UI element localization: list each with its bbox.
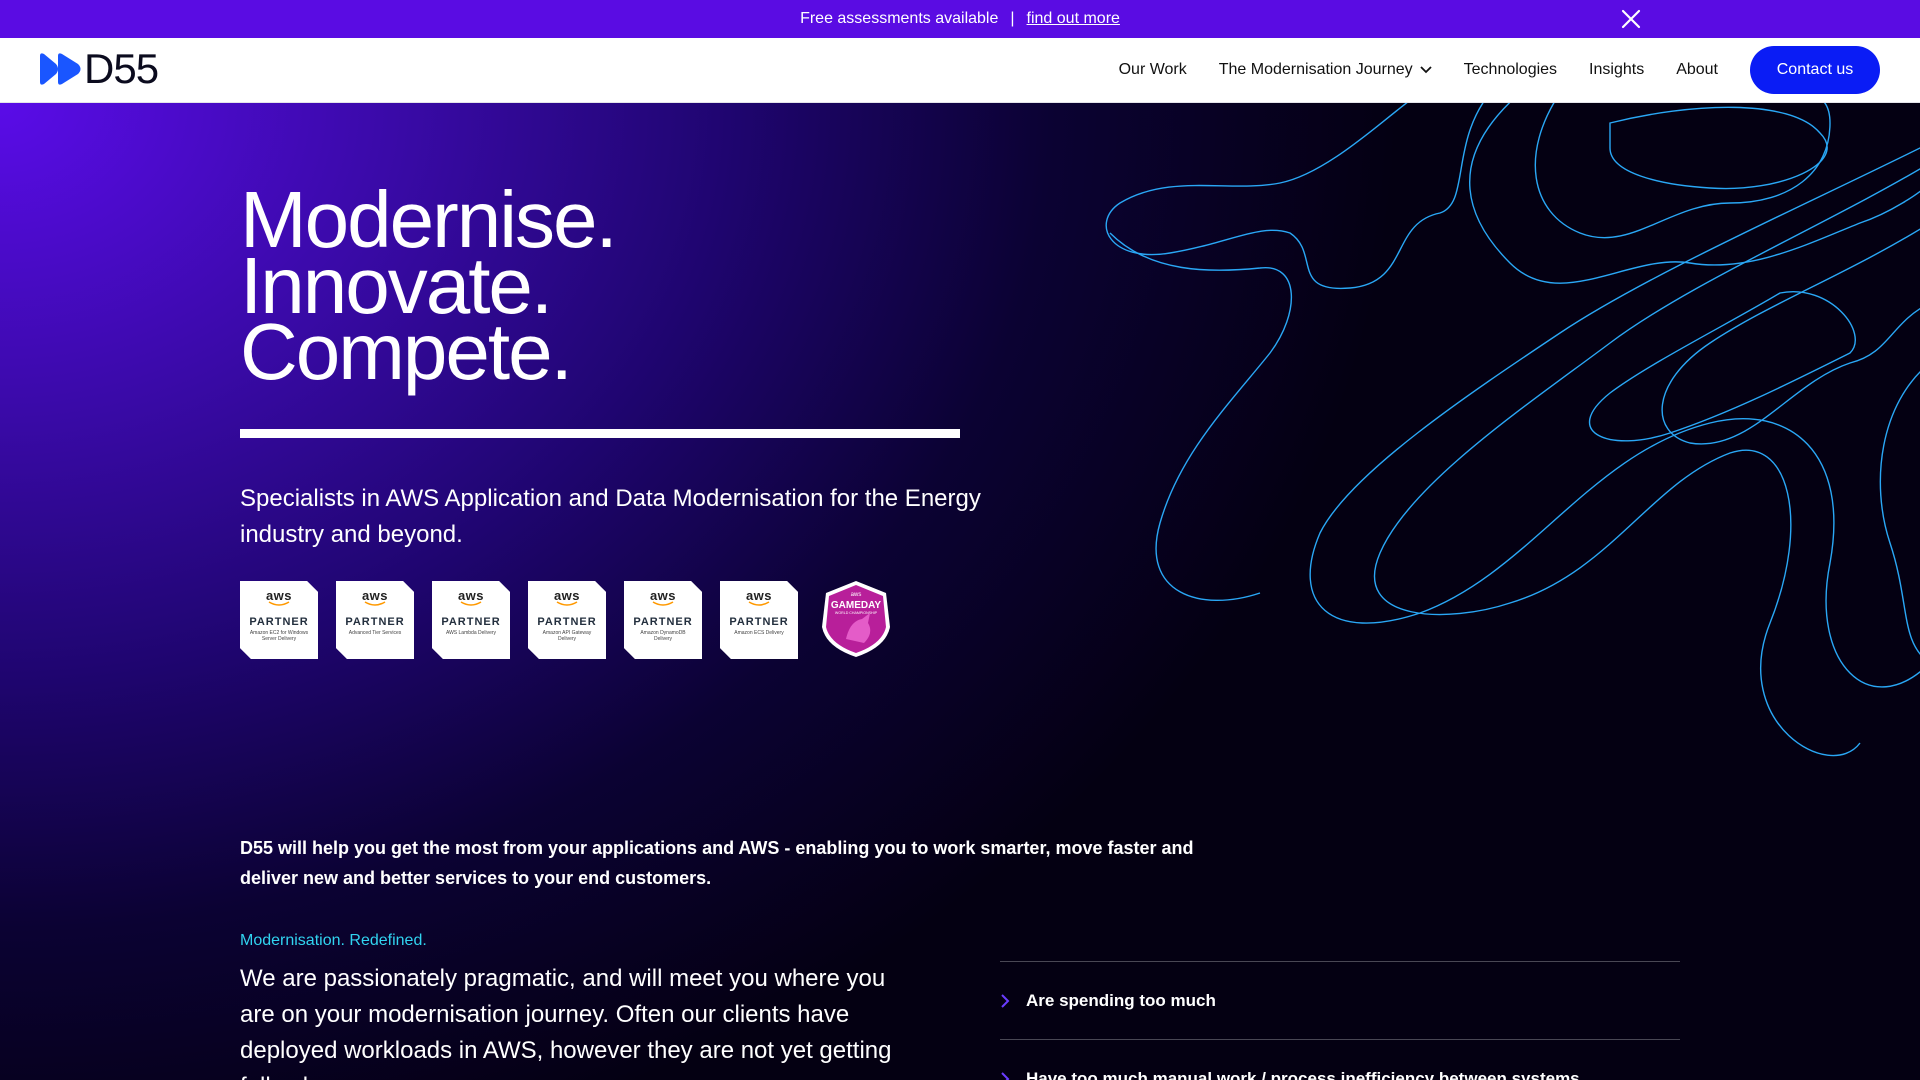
badge-title: PARTNER [249, 616, 309, 628]
nav-menu: Our Work The Modernisation Journey Techn… [1087, 38, 1920, 102]
aws-partner-badge: aws PARTNER Amazon API Gateway Delivery [528, 581, 606, 659]
d55-logo-icon [40, 53, 81, 85]
nav-item-label: The Modernisation Journey [1218, 61, 1413, 78]
accordion-item-label: Have too much manual work / process inef… [1026, 1068, 1580, 1080]
partner-badges: aws PARTNER Amazon EC2 for Windows Serve… [240, 581, 896, 659]
chevron-right-icon [1001, 993, 1010, 1008]
nav-item-modernisation-journey[interactable]: The Modernisation Journey [1219, 61, 1432, 79]
gameday-subtitle: WORLD CHAMPIONSHIP [835, 611, 878, 615]
aws-smile-icon [268, 601, 290, 606]
aws-smile-icon [652, 601, 674, 606]
aws-partner-badge: aws PARTNER Advanced Tier Services [336, 581, 414, 659]
announcement-separator: | [1010, 10, 1015, 27]
badge-subtitle: AWS Lambda Delivery [445, 630, 497, 636]
headline-line: Compete. [240, 307, 573, 396]
hero-headline: Modernise. Innovate. Compete. [240, 180, 618, 396]
aws-smile-icon [460, 601, 482, 606]
accordion-item[interactable]: Have too much manual work / process inef… [1000, 1039, 1680, 1080]
intro-body: We are passionately pragmatic, and will … [240, 965, 892, 1080]
badge-subtitle: Amazon ECS Delivery [734, 630, 784, 636]
close-icon[interactable] [1620, 8, 1642, 30]
nav-item-technologies[interactable]: Technologies [1464, 61, 1557, 79]
badge-title: PARTNER [633, 616, 693, 628]
hero-divider [240, 429, 960, 438]
announcement-text: Free assessments available [800, 10, 999, 27]
aws-partner-badge: aws PARTNER Amazon EC2 for Windows Serve… [240, 581, 318, 659]
find-out-more-link[interactable]: find out more [1027, 10, 1120, 28]
aws-gameday-badge-icon: aws GAMEDAY WORLD CHAMPIONSHIP [822, 581, 890, 657]
challenges-accordion: Are spending too much Have too much manu… [1000, 961, 1680, 1080]
nav-item-insights[interactable]: Insights [1589, 61, 1644, 79]
badge-subtitle: Advanced Tier Services [348, 630, 402, 636]
aws-partner-badge: aws PARTNER Amazon ECS Delivery [720, 581, 798, 659]
badge-subtitle: Amazon API Gateway Delivery [542, 630, 592, 642]
hero-section: Modernise. Innovate. Compete. Specialist… [0, 103, 1920, 1080]
nav-item-our-work[interactable]: Our Work [1119, 61, 1187, 79]
nav-item-label: Technologies [1463, 61, 1558, 78]
aws-partner-badge: aws PARTNER AWS Lambda Delivery [432, 581, 510, 659]
badge-title: PARTNER [345, 616, 405, 628]
section-eyebrow: Modernisation. Redefined. [240, 932, 427, 949]
aws-smile-icon [364, 601, 386, 606]
chevron-down-icon [1420, 66, 1432, 74]
announcement-bar: Free assessments available | find out mo… [0, 0, 1920, 38]
accordion-item-label: Are spending too much [1026, 990, 1216, 1010]
aws-partner-badge: aws PARTNER Amazon DynamoDB Delivery [624, 581, 702, 659]
hero-lede: Specialists in AWS Application and Data … [240, 485, 981, 548]
brand-name: D55 [84, 45, 159, 92]
badge-subtitle: Amazon DynamoDB Delivery [640, 630, 686, 642]
aws-smile-icon [748, 601, 770, 606]
nav-item-about[interactable]: About [1676, 61, 1718, 79]
intro-pitch: D55 will help you get the most from your… [240, 838, 1194, 888]
nav-item-label: Insights [1589, 61, 1645, 78]
badge-title: PARTNER [729, 616, 789, 628]
aws-smile-icon [556, 601, 578, 606]
badge-title: PARTNER [441, 616, 501, 628]
main-nav: D55 Our Work The Modernisation Journey T… [0, 38, 1920, 103]
gameday-title: GAMEDAY [831, 600, 882, 611]
badge-subtitle: Amazon EC2 for Windows Server Delivery [249, 630, 309, 642]
gameday-brand: aws [851, 592, 862, 598]
accordion-item[interactable]: Are spending too much [1000, 961, 1680, 1039]
contact-us-button[interactable]: Contact us [1750, 46, 1880, 94]
chevron-right-icon [1001, 1071, 1010, 1080]
contour-lines-graphic [1105, 103, 1920, 757]
nav-item-label: Our Work [1118, 61, 1187, 78]
nav-item-label: About [1676, 61, 1718, 78]
brand-logo[interactable]: D55 [38, 45, 159, 92]
badge-title: PARTNER [537, 616, 597, 628]
